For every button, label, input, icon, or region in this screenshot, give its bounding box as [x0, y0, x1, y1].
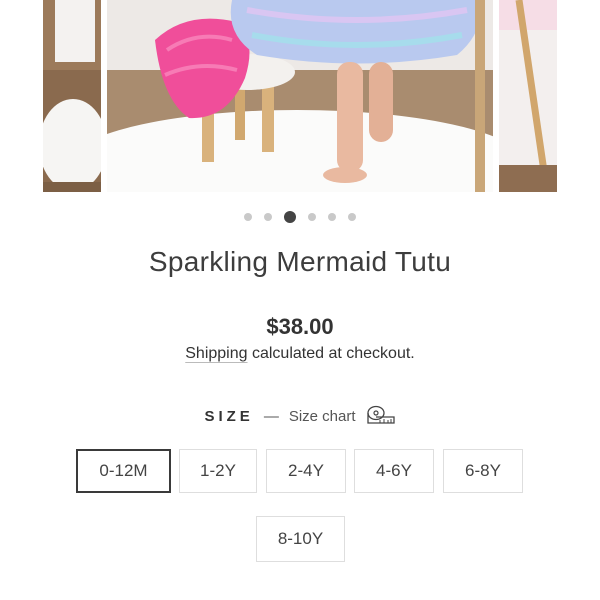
size-chart-link[interactable]: Size chart	[289, 408, 356, 425]
previous-slide-image[interactable]	[43, 0, 101, 192]
carousel-dot-active[interactable]	[284, 211, 296, 223]
size-option-0-12m[interactable]: 0-12M	[76, 449, 171, 493]
size-dash: —	[263, 407, 279, 425]
product-price: $38.00	[266, 314, 334, 339]
size-option-1-2y[interactable]: 1-2Y	[179, 449, 257, 493]
next-slide-image[interactable]	[499, 0, 557, 192]
size-option-8-10y[interactable]: 8-10Y	[256, 516, 345, 562]
carousel-dot[interactable]	[308, 213, 316, 221]
shipping-note-text: calculated at checkout.	[247, 345, 415, 362]
shipping-note: Shipping calculated at checkout.	[0, 345, 600, 363]
carousel-dot[interactable]	[264, 213, 272, 221]
size-option-4-6y[interactable]: 4-6Y	[354, 449, 434, 493]
product-image-carousel[interactable]	[0, 0, 600, 192]
carousel-dot[interactable]	[348, 213, 356, 221]
shipping-link[interactable]: Shipping	[185, 345, 247, 362]
size-header: SIZE — Size chart	[0, 405, 600, 427]
main-product-image[interactable]	[107, 0, 493, 192]
carousel-dot[interactable]	[328, 213, 336, 221]
measuring-tape-icon[interactable]	[366, 405, 396, 427]
size-option-2-4y[interactable]: 2-4Y	[266, 449, 346, 493]
size-option-6-8y[interactable]: 6-8Y	[443, 449, 523, 493]
carousel-dot[interactable]	[244, 213, 252, 221]
size-label: SIZE	[204, 407, 254, 425]
carousel-pagination	[0, 210, 600, 224]
product-title: Sparkling Mermaid Tutu	[148, 246, 452, 277]
